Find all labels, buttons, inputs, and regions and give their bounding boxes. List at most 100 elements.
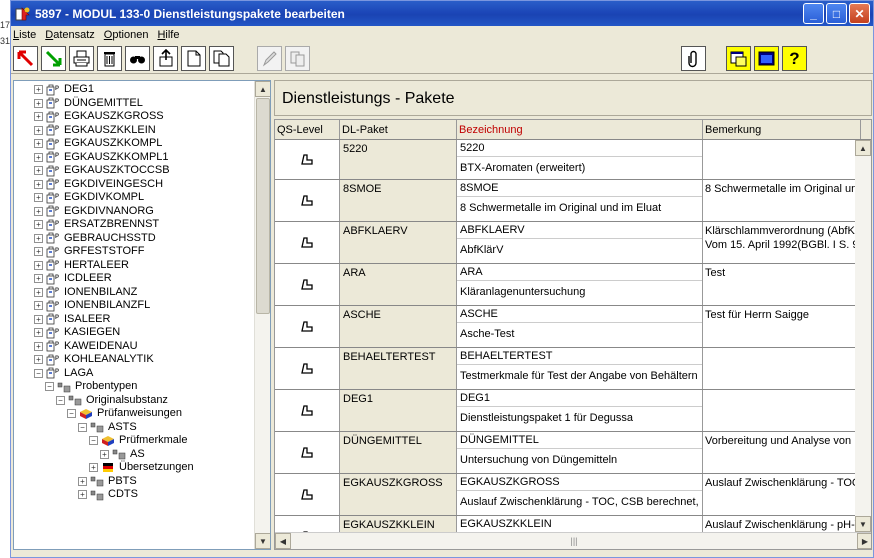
tree-node[interactable]: − P LAGA [14,367,256,381]
menu-datensatz[interactable]: Datensatz [45,29,95,41]
tree-node[interactable]: − Prüfmerkmale [14,434,256,448]
expand-toggle[interactable]: + [34,125,43,135]
collapse-toggle[interactable]: − [78,422,87,432]
expand-toggle[interactable]: + [34,314,43,324]
tree-node[interactable]: + P ERSATZBRENNST [14,218,256,232]
menu-optionen[interactable]: Optionen [104,29,149,41]
qs-level-cell[interactable] [275,140,340,179]
window-button[interactable] [726,46,751,71]
expand-toggle[interactable]: + [34,247,43,257]
tree-node[interactable]: − ASTS [14,421,256,435]
qs-level-cell[interactable] [275,390,340,431]
back-button[interactable] [13,46,38,71]
edit-button[interactable] [257,46,282,71]
table-row[interactable]: 5220 5220 BTX-Aromaten (erweitert) [275,140,871,180]
dl-paket-cell[interactable]: ASCHE [340,306,457,347]
expand-toggle[interactable]: + [34,287,43,297]
tree-node[interactable]: + P EGKAUSZKGROSS [14,110,256,124]
table-row[interactable]: 8SMOE 8SMOE 8 Schwermetalle im Original un… [275,180,871,222]
expand-toggle[interactable]: + [78,476,87,486]
grid-scroll-up-button[interactable]: ▲ [855,140,871,156]
qs-level-cell[interactable] [275,348,340,389]
title-bar[interactable]: 5897 - MODUL 133-0 Dienstleistungspakete… [11,1,873,26]
grid-scroll-grip[interactable]: ||| [291,536,857,546]
import-button[interactable] [153,46,178,71]
collapse-toggle[interactable]: − [45,382,54,392]
tree-node[interactable]: − Originalsubstanz [14,394,256,408]
table-row[interactable]: DÜNGEMITTEL DÜNGEMITTEL Untersuchung von D… [275,432,871,474]
scroll-up-button[interactable]: ▲ [255,81,270,97]
tree-node[interactable]: + AS [14,448,256,462]
tree-node[interactable]: + P KOHLEANALYTIK [14,353,256,367]
bemerkung-cell[interactable] [703,390,861,431]
tree-node[interactable]: + P EGKDIVKOMPL [14,191,256,205]
find-button[interactable] [125,46,150,71]
scroll-down-button[interactable]: ▼ [255,533,270,549]
tree-node[interactable]: + P IONENBILANZ [14,286,256,300]
dl-paket-cell[interactable]: 5220 [340,140,457,179]
dl-paket-cell[interactable]: 8SMOE [340,180,457,221]
header-bezeichnung[interactable]: Bezeichnung [457,120,703,139]
collapse-toggle[interactable]: − [67,409,76,419]
table-row[interactable]: BEHAELTERTEST BEHAELTERTEST Testmerkmale f… [275,348,871,390]
bezeichnung-cell[interactable]: BEHAELTERTEST Testmerkmale für Test der A… [457,348,703,389]
tree-node[interactable]: + P HERTALEER [14,259,256,273]
grid-scroll-left-button[interactable]: ◀ [275,533,291,549]
expand-toggle[interactable]: + [34,152,43,162]
tree-node[interactable]: + P EGKAUSZKKLEIN [14,124,256,138]
bemerkung-cell[interactable]: Klärschlammverordnung (AbfKlä Vom 15. Apr… [703,222,861,263]
copy-button[interactable] [209,46,234,71]
expand-toggle[interactable]: + [34,301,43,311]
expand-toggle[interactable]: + [100,449,109,459]
table-row[interactable]: ARA ARA Kläranlagenuntersuchung Test [275,264,871,306]
dl-paket-cell[interactable]: EGKAUSZKGROSS [340,474,457,515]
tree-node[interactable]: + P EGKAUSZKKOMPL1 [14,151,256,165]
expand-toggle[interactable]: + [34,260,43,270]
bezeichnung-cell[interactable]: ASCHE Asche-Test [457,306,703,347]
table-row[interactable]: EGKAUSZKGROSS EGKAUSZKGROSS Auslauf Zwisch… [275,474,871,516]
packages-grid[interactable]: QS-Level DL-Paket Bezeichnung Bemerkung … [274,119,872,550]
qs-level-cell[interactable] [275,222,340,263]
expand-toggle[interactable]: + [89,463,98,473]
expand-toggle[interactable]: + [34,355,43,365]
new-button[interactable] [181,46,206,71]
tree-vertical-scrollbar[interactable]: ▲ ▼ [254,81,270,549]
close-button[interactable]: ✕ [849,3,870,24]
expand-toggle[interactable]: + [34,139,43,149]
attachment-button[interactable] [681,46,706,71]
tree-node[interactable]: + PBTS [14,475,256,489]
bezeichnung-cell[interactable]: EGKAUSZKGROSS Auslauf Zwischenklärung - T… [457,474,703,515]
forward-button[interactable] [41,46,66,71]
bemerkung-cell[interactable] [703,348,861,389]
bezeichnung-cell[interactable]: 8SMOE 8 Schwermetalle im Original und im … [457,180,703,221]
qs-level-cell[interactable] [275,264,340,305]
scroll-thumb[interactable] [256,98,270,314]
minimize-button[interactable]: _ [803,3,824,24]
table-row[interactable]: DEG1 DEG1 Dienstleistungspaket 1 für Degus… [275,390,871,432]
bezeichnung-cell[interactable]: DEG1 Dienstleistungspaket 1 für Degussa [457,390,703,431]
header-bemerkung[interactable]: Bemerkung [703,120,861,139]
tree-node[interactable]: + Übersetzungen [14,461,256,475]
bemerkung-cell[interactable]: Test [703,264,861,305]
qs-level-cell[interactable] [275,432,340,473]
expand-toggle[interactable]: + [34,233,43,243]
tree-node[interactable]: + P DÜNGEMITTEL [14,97,256,111]
tree-node[interactable]: + P KAWEIDENAU [14,340,256,354]
bemerkung-cell[interactable]: Test für Herrn Saigge [703,306,861,347]
package-tree[interactable]: + P DEG1 + P DÜNGEMITTEL + P EGKAUSZKGROSS + P EGKA… [13,80,271,550]
bemerkung-cell[interactable]: Auslauf Zwischenklärung - TOC, [703,474,861,515]
bezeichnung-cell[interactable]: DÜNGEMITTEL Untersuchung von Düngemitteln [457,432,703,473]
dl-paket-cell[interactable]: BEHAELTERTEST [340,348,457,389]
tree-node[interactable]: + P KASIEGEN [14,326,256,340]
tree-node[interactable]: + P GRFESTSTOFF [14,245,256,259]
tree-node[interactable]: + P EGKDIVEINGESCH [14,178,256,192]
tree-node[interactable]: + P EGKAUSZKTOCCSB [14,164,256,178]
dl-paket-cell[interactable]: ARA [340,264,457,305]
bemerkung-cell[interactable] [703,140,861,179]
expand-toggle[interactable]: + [34,98,43,108]
expand-toggle[interactable]: + [34,112,43,122]
expand-toggle[interactable]: + [34,193,43,203]
expand-toggle[interactable]: + [78,490,87,500]
bezeichnung-cell[interactable]: 5220 BTX-Aromaten (erweitert) [457,140,703,179]
table-row[interactable]: ABFKLAERV ABFKLAERV AbfKlärV Klärschlammver… [275,222,871,264]
